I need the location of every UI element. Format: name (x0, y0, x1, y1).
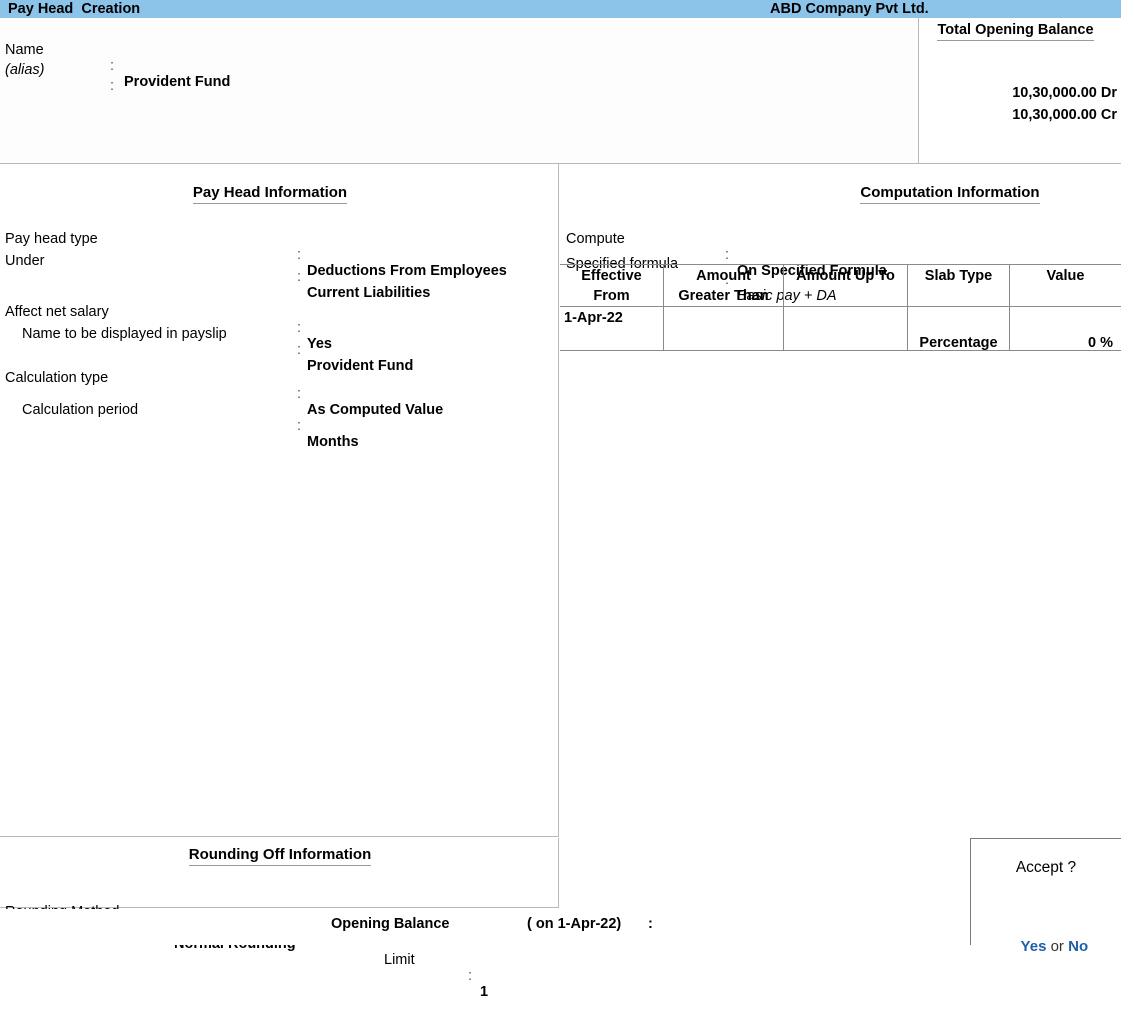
accept-yes-button[interactable]: Yes (1021, 938, 1047, 955)
total-opening-balance-credit: 10,30,000.00 Cr (1012, 107, 1117, 123)
under-label: Under (5, 253, 45, 269)
column-header-slab-type: Slab Type (908, 265, 1010, 306)
total-opening-balance-panel: Total Opening Balance 10,30,000.00 Dr 10… (918, 18, 1121, 164)
rounding-limit-value[interactable]: 1 (480, 984, 488, 1000)
alias-label: (alias) (5, 62, 45, 78)
rounding-limit-colon: : (468, 968, 473, 984)
title-bar: Pay Head Creation ABD Company Pvt Ltd. (0, 0, 1121, 18)
cell-effective-from-text: 1-Apr-22 (564, 310, 623, 326)
column-header-value-line1: Value (1046, 268, 1085, 284)
under-colon: : (297, 269, 302, 285)
table-row[interactable]: 1-Apr-22 Percentage 0 % (560, 307, 1121, 351)
opening-balance-colon: : (648, 916, 653, 932)
cell-effective-from[interactable]: 1-Apr-22 (560, 307, 664, 350)
column-header-effective-from-line1: Effective (581, 268, 642, 284)
pay-head-information-title-text: Pay Head Information (192, 184, 348, 204)
cell-slab-type[interactable]: Percentage (908, 307, 1010, 351)
calculation-period-colon: : (297, 418, 302, 434)
alias-row: (alias) : (0, 46, 918, 126)
rounding-method-row: Rounding Method : Normal Rounding Limit … (0, 888, 558, 1016)
total-opening-balance-title: Total Opening Balance (919, 22, 1112, 41)
accept-dialog: Accept ? Yes or No (970, 838, 1121, 955)
accept-prompt: Accept ? (1015, 859, 1077, 876)
field-calculation-period[interactable]: Calculation period : Months (0, 386, 558, 466)
cell-value[interactable]: 0 % (1010, 307, 1121, 351)
alias-colon: : (110, 78, 115, 94)
accept-or-label: or (1046, 938, 1069, 955)
column-header-effective-from-line2: From (593, 288, 630, 304)
cell-amount-up-to[interactable] (784, 307, 908, 350)
cell-amount-greater-than[interactable] (664, 307, 784, 350)
column-header-amount-greater-than-line2: Greater Than (678, 288, 769, 304)
cell-value-text: 0 % (1088, 335, 1113, 351)
column-header-effective-from: Effective From (560, 265, 664, 306)
opening-balance-footer: Opening Balance ( on 1-Apr-22) : (0, 909, 1121, 945)
rounding-off-information-title: Rounding Off Information (0, 846, 560, 866)
opening-balance-date: ( on 1-Apr-22) (527, 916, 622, 932)
accept-choices: Yes or No (971, 921, 1121, 972)
pay-head-information-title: Pay Head Information (0, 184, 540, 204)
computation-information-title-text: Computation Information (860, 184, 1040, 204)
column-header-amount-up-to-line1: Amount Up To (796, 268, 895, 284)
payslip-display-name-label: Name to be displayed in payslip (22, 326, 227, 342)
header-form: Name : Provident Fund (alias) : (0, 18, 918, 163)
opening-balance-label: Opening Balance (331, 916, 450, 932)
slab-table-header-row: Effective From Amount Greater Than Amoun… (560, 265, 1121, 307)
column-header-slab-type-line1: Slab Type (924, 268, 993, 284)
column-header-amount-up-to: Amount Up To (784, 265, 908, 306)
company-name: ABD Company Pvt Ltd. (770, 1, 929, 17)
rounding-off-information-panel: Rounding Off Information Rounding Method… (0, 838, 560, 1000)
calculation-period-value[interactable]: Months (307, 434, 359, 450)
screen-title: Pay Head Creation (8, 1, 141, 17)
slab-table: Effective From Amount Greater Than Amoun… (560, 264, 1121, 351)
column-header-value: Value (1010, 265, 1121, 306)
accept-no-button[interactable]: No (1068, 938, 1088, 955)
computation-information-title: Computation Information (560, 184, 1121, 204)
total-opening-balance-debit: 10,30,000.00 Dr (1012, 85, 1117, 101)
cell-slab-type-text: Percentage (919, 335, 998, 351)
calculation-period-label: Calculation period (22, 402, 139, 418)
pay-head-information-panel: Pay Head Information Pay head type : Ded… (0, 164, 559, 837)
column-header-amount-greater-than: Amount Greater Than (664, 265, 784, 306)
rounding-off-information-title-text: Rounding Off Information (188, 846, 372, 866)
column-header-amount-greater-than-line1: Amount (696, 268, 751, 284)
total-opening-balance-title-text: Total Opening Balance (937, 22, 1094, 41)
calculation-type-label: Calculation type (5, 370, 109, 386)
rounding-limit-label: Limit (384, 952, 415, 968)
computation-information-panel: Computation Information Compute : On Spe… (560, 164, 1121, 908)
